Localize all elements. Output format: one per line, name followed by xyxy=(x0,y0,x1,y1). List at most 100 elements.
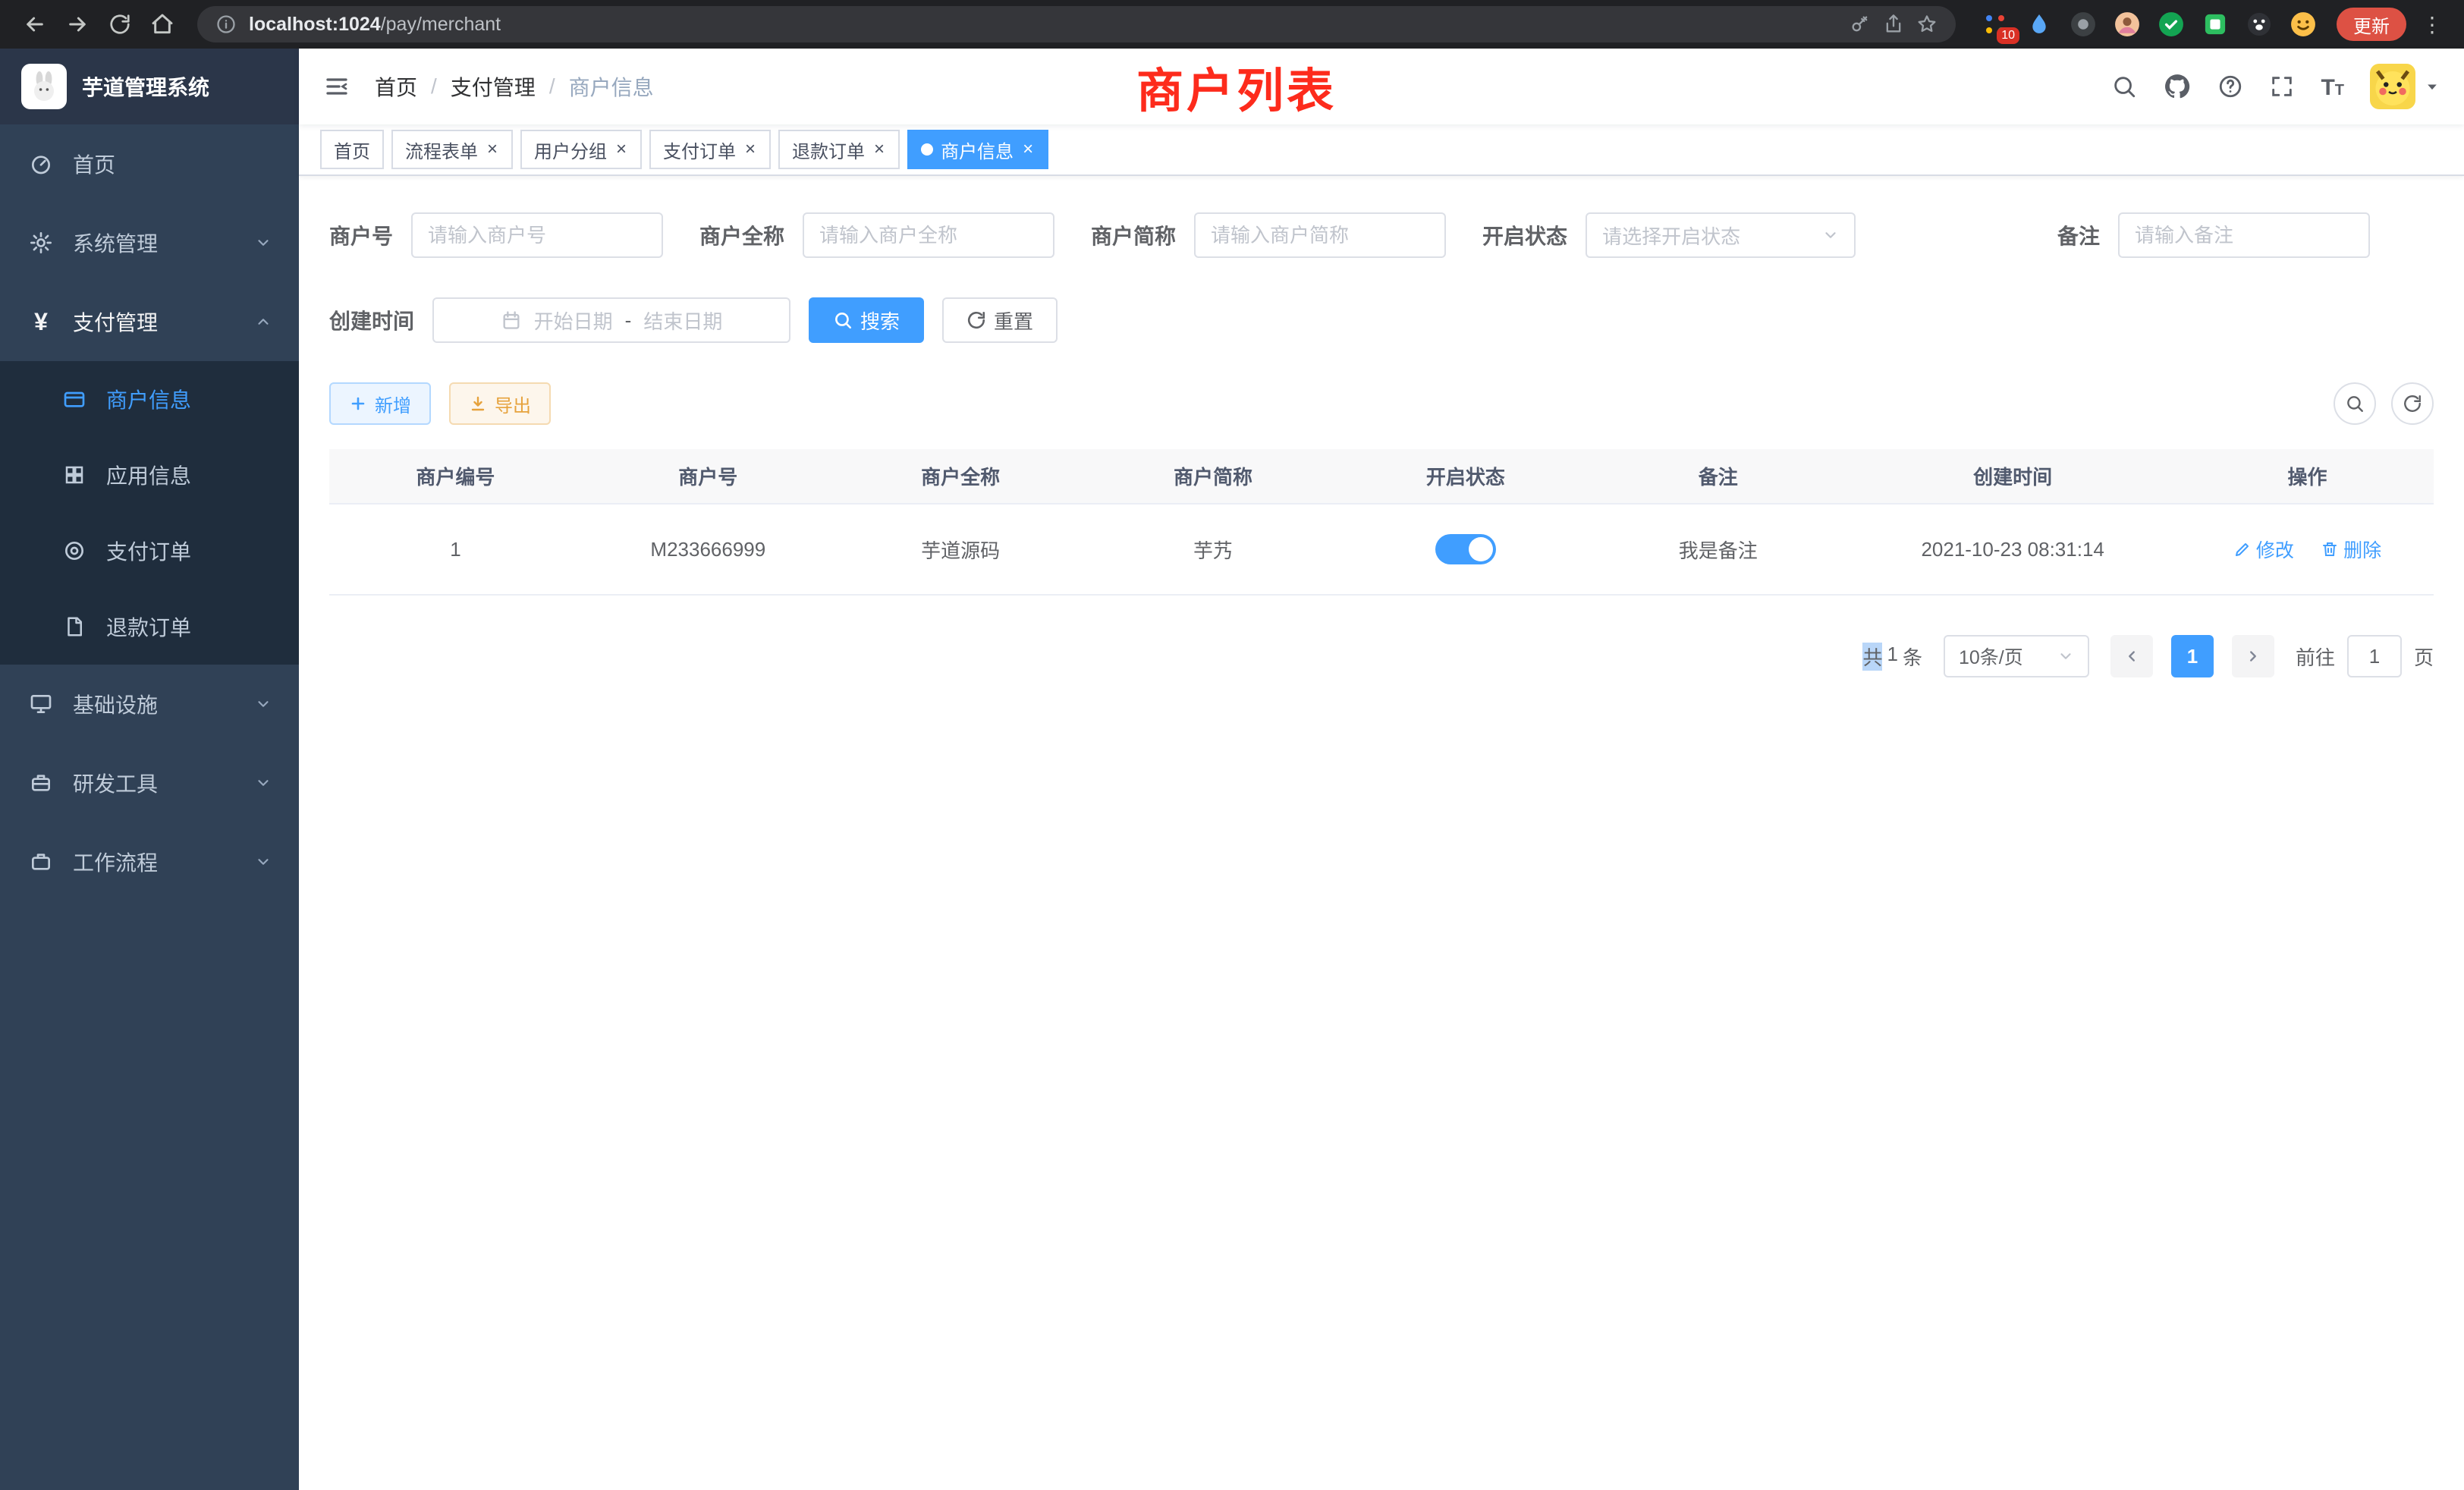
github-icon[interactable] xyxy=(2163,72,2192,101)
tab-label: 商户信息 xyxy=(941,137,1014,163)
filter-merchant-short-name: 商户简称 xyxy=(1091,212,1446,258)
add-button[interactable]: 新增 xyxy=(329,382,431,425)
status-select[interactable]: 请选择开启状态 xyxy=(1586,212,1856,258)
font-size-icon[interactable]: TT xyxy=(2321,73,2344,101)
tab-close-icon[interactable]: × xyxy=(614,140,628,159)
tab-label: 用户分组 xyxy=(534,137,607,163)
extension-paw-icon[interactable] xyxy=(2244,9,2274,39)
extension-green-square-icon[interactable] xyxy=(2200,9,2230,39)
status-toggle[interactable] xyxy=(1435,534,1496,564)
filter-label: 商户号 xyxy=(329,220,393,250)
filter-status: 开启状态 请选择开启状态 xyxy=(1482,212,1856,258)
filter-row-2: 创建时间 开始日期 - 结束日期 搜索 xyxy=(329,297,2434,343)
tab-pay-order[interactable]: 支付订单 × xyxy=(649,130,771,169)
extension-green-circle-icon[interactable] xyxy=(2156,9,2186,39)
tab-close-icon[interactable]: × xyxy=(872,140,886,159)
fullscreen-icon[interactable] xyxy=(2269,74,2295,99)
remark-input-wrap xyxy=(2118,212,2370,258)
bookmark-star-icon[interactable] xyxy=(1916,14,1938,35)
sidebar-toggle-icon[interactable] xyxy=(323,73,350,100)
search-button[interactable]: 搜索 xyxy=(809,297,924,343)
tab-refund-order[interactable]: 退款订单 × xyxy=(778,130,900,169)
pagination: 共 1 条 10条/页 1 xyxy=(329,635,2434,677)
prev-page-button[interactable] xyxy=(2110,635,2153,677)
help-icon[interactable] xyxy=(2217,74,2243,99)
tab-merchant-info[interactable]: 商户信息 × xyxy=(907,130,1048,169)
page-size-select[interactable]: 10条/页 xyxy=(1944,635,2089,677)
goto-page-input[interactable] xyxy=(2347,635,2402,677)
password-key-icon[interactable] xyxy=(1850,14,1871,35)
sidebar-item-workflow[interactable]: 工作流程 xyxy=(0,822,299,901)
tab-home[interactable]: 首页 xyxy=(320,130,384,169)
filter-row-1: 商户号 商户全称 商户简称 xyxy=(329,212,2434,258)
col-status: 开启状态 xyxy=(1340,449,1592,504)
tab-user-group[interactable]: 用户分组 × xyxy=(520,130,642,169)
chevron-down-icon xyxy=(2057,648,2074,665)
merchant-short-name-input-wrap xyxy=(1194,212,1446,258)
remark-input[interactable] xyxy=(2135,224,2353,247)
table-row: 1 M233666999 芋道源码 芋艿 我是备注 2021-10-23 08:… xyxy=(329,504,2434,595)
extension-avatar-icon[interactable] xyxy=(2112,9,2142,39)
sidebar-item-label: 基础设施 xyxy=(73,689,158,719)
date-range-picker[interactable]: 开始日期 - 结束日期 xyxy=(432,297,790,343)
credit-card-icon xyxy=(61,387,88,411)
sidebar-item-label: 退款订单 xyxy=(106,611,191,642)
share-icon[interactable] xyxy=(1883,14,1904,35)
search-icon[interactable] xyxy=(2111,74,2137,99)
sidebar-item-label: 支付订单 xyxy=(106,536,191,566)
user-menu[interactable] xyxy=(2370,64,2440,109)
sidebar-item-infrastructure[interactable]: 基础设施 xyxy=(0,665,299,743)
page-number-button[interactable]: 1 xyxy=(2171,635,2214,677)
show-search-toggle-button[interactable] xyxy=(2334,382,2376,425)
screen: localhost:1024/pay/merchant 10 xyxy=(0,0,2464,1490)
address-bar[interactable]: localhost:1024/pay/merchant xyxy=(197,6,1956,42)
merchant-no-input[interactable] xyxy=(428,224,646,247)
home-button[interactable] xyxy=(143,5,182,44)
extension-colordots-icon[interactable]: 10 xyxy=(1980,9,2010,39)
sidebar-item-label: 首页 xyxy=(73,149,115,179)
extension-smiley-icon[interactable] xyxy=(2288,9,2318,39)
breadcrumb-home[interactable]: 首页 xyxy=(375,71,417,102)
sidebar-item-home[interactable]: 首页 xyxy=(0,124,299,203)
edit-button[interactable]: 修改 xyxy=(2233,536,2294,563)
tab-process-form[interactable]: 流程表单 × xyxy=(391,130,513,169)
next-page-button[interactable] xyxy=(2232,635,2274,677)
breadcrumb-payment[interactable]: 支付管理 xyxy=(451,71,536,102)
delete-button[interactable]: 删除 xyxy=(2321,536,2381,563)
export-button[interactable]: 导出 xyxy=(449,382,551,425)
browser-update-button[interactable]: 更新 xyxy=(2337,8,2406,41)
page: 首页 / 支付管理 / 商户信息 商户列表 xyxy=(299,49,2464,1490)
sidebar-item-app-info[interactable]: 应用信息 xyxy=(0,437,299,513)
extension-dark-circle-icon[interactable] xyxy=(2068,9,2098,39)
goto-unit: 页 xyxy=(2414,643,2434,671)
site-info-icon[interactable] xyxy=(215,14,237,35)
sidebar-item-merchant-info[interactable]: 商户信息 xyxy=(0,361,299,437)
sidebar-item-label: 研发工具 xyxy=(73,768,158,798)
sidebar-item-payment[interactable]: ¥ 支付管理 xyxy=(0,282,299,361)
merchant-short-name-input[interactable] xyxy=(1211,224,1429,247)
reload-button[interactable] xyxy=(100,5,140,44)
tab-close-icon[interactable]: × xyxy=(743,140,757,159)
sidebar-item-pay-order[interactable]: 支付订单 xyxy=(0,513,299,589)
grid-icon xyxy=(61,464,88,486)
back-button[interactable] xyxy=(15,5,55,44)
extension-drop-icon[interactable] xyxy=(2024,9,2054,39)
add-button-label: 新增 xyxy=(375,391,411,417)
app-logo[interactable]: 芋道管理系统 xyxy=(0,49,299,124)
reset-button-label: 重置 xyxy=(994,306,1033,335)
tab-close-icon[interactable]: × xyxy=(1021,140,1035,159)
cell-status xyxy=(1340,504,1592,595)
sidebar-item-system[interactable]: 系统管理 xyxy=(0,203,299,282)
forward-button[interactable] xyxy=(58,5,97,44)
sidebar-item-refund-order[interactable]: 退款订单 xyxy=(0,589,299,665)
breadcrumb-separator: / xyxy=(549,74,555,99)
browser-menu-icon[interactable]: ⋮ xyxy=(2415,12,2449,37)
tab-close-icon[interactable]: × xyxy=(486,140,499,159)
merchant-name-input[interactable] xyxy=(819,224,1038,247)
extensions-area: 10 xyxy=(1971,9,2327,39)
refresh-table-button[interactable] xyxy=(2391,382,2434,425)
reset-button[interactable]: 重置 xyxy=(942,297,1058,343)
sidebar-item-dev-tools[interactable]: 研发工具 xyxy=(0,743,299,822)
col-merchant-no: 商户号 xyxy=(582,449,834,504)
col-actions: 操作 xyxy=(2181,449,2434,504)
